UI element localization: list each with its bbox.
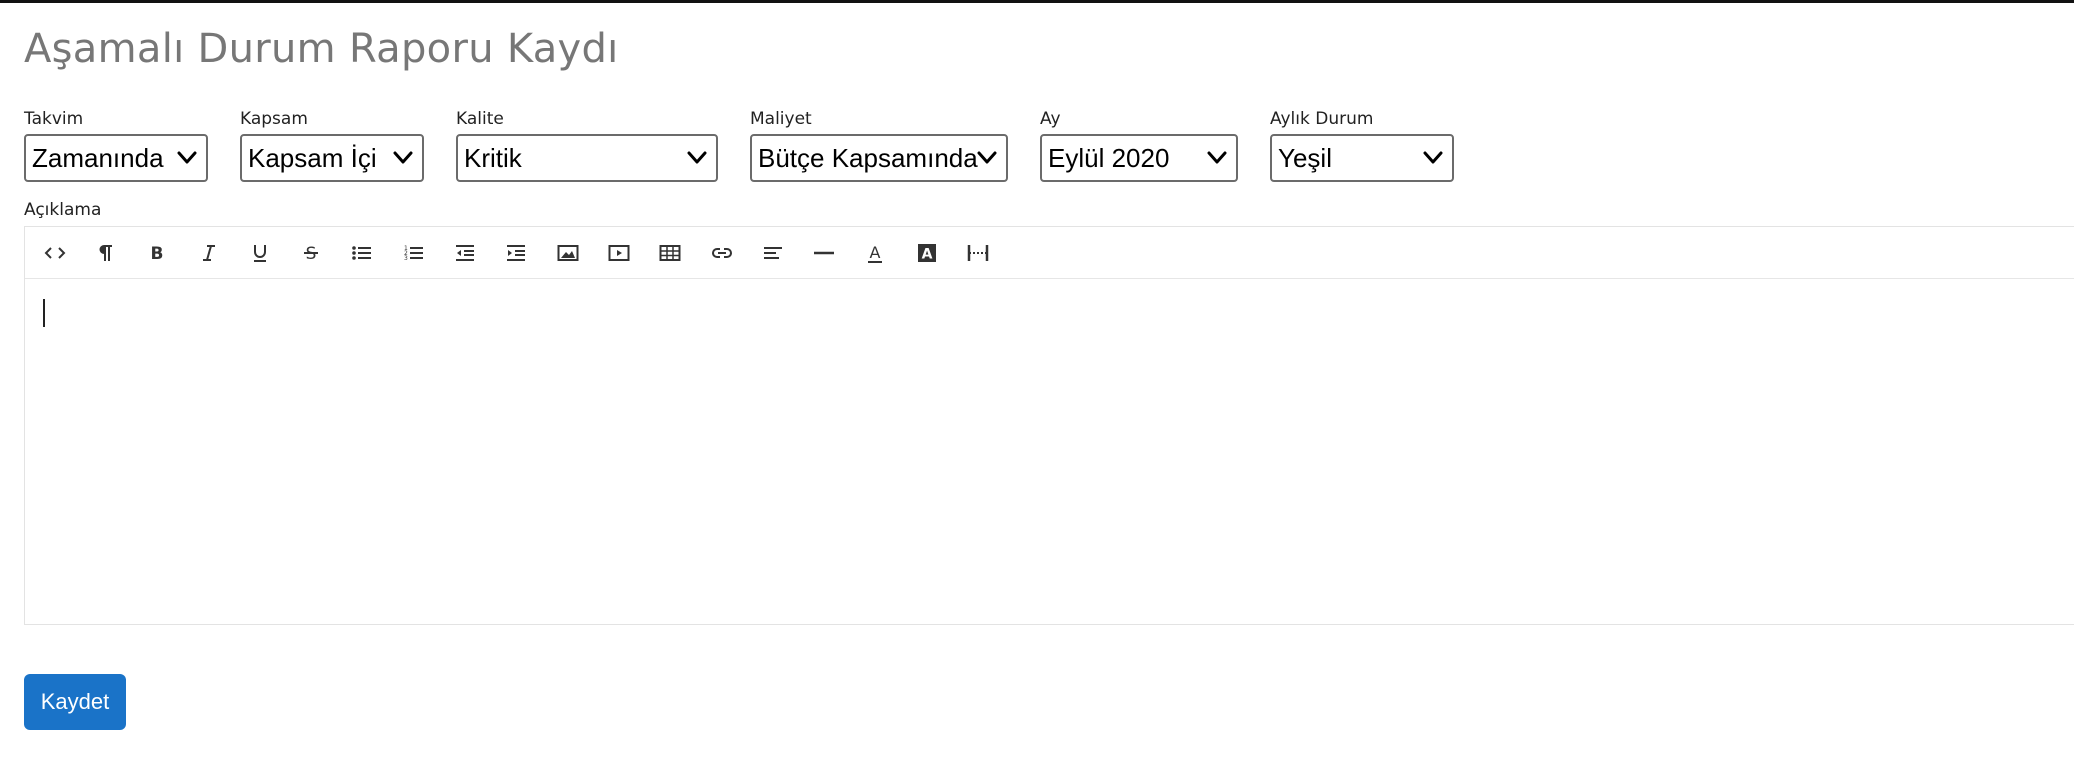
- aylik-durum-label: Aylık Durum: [1270, 109, 1374, 129]
- svg-text:A: A: [870, 243, 881, 262]
- link-icon[interactable]: [696, 233, 747, 273]
- kalite-label: Kalite: [456, 109, 504, 129]
- maliyet-label: Maliyet: [750, 109, 812, 129]
- chevron-down-icon: [977, 151, 997, 164]
- page-title: Aşamalı Durum Raporu Kaydı: [24, 26, 619, 72]
- ay-value: Eylül 2020: [1048, 143, 1170, 173]
- table-icon[interactable]: [645, 233, 696, 273]
- svg-text:3: 3: [404, 255, 408, 262]
- maliyet-select[interactable]: Bütçe Kapsamında: [750, 134, 1008, 182]
- ay-label: Ay: [1040, 109, 1061, 129]
- chevron-down-icon: [177, 151, 197, 164]
- strikethrough-icon[interactable]: S: [285, 233, 336, 273]
- editor-toolbar: B S 123: [25, 227, 2074, 279]
- top-border: [0, 0, 2074, 3]
- kalite-field: Kalite Kritik: [456, 108, 718, 182]
- kapsam-field: Kapsam Kapsam İçi: [240, 108, 424, 182]
- chevron-down-icon: [687, 151, 707, 164]
- bullet-list-icon[interactable]: [337, 233, 388, 273]
- chevron-down-icon: [1423, 151, 1443, 164]
- kapsam-label: Kapsam: [240, 109, 308, 129]
- italic-icon[interactable]: [183, 233, 234, 273]
- kalite-value: Kritik: [464, 143, 522, 173]
- paragraph-icon[interactable]: [80, 233, 131, 273]
- maliyet-field: Maliyet Bütçe Kapsamında: [750, 108, 1008, 182]
- chevron-down-icon: [393, 151, 413, 164]
- video-icon[interactable]: [593, 233, 644, 273]
- svg-text:A: A: [921, 246, 932, 262]
- rich-text-editor: B S 123: [24, 226, 2074, 625]
- kapsam-select[interactable]: Kapsam İçi: [240, 134, 424, 182]
- font-color-icon[interactable]: A: [850, 233, 901, 273]
- numbered-list-icon[interactable]: 123: [388, 233, 439, 273]
- save-button[interactable]: Kaydet: [24, 674, 126, 730]
- background-color-icon[interactable]: A: [901, 233, 952, 273]
- bold-icon[interactable]: B: [132, 233, 183, 273]
- takvim-label: Takvim: [24, 109, 84, 129]
- aylik-durum-value: Yeşil: [1278, 143, 1332, 173]
- page-break-icon[interactable]: [952, 233, 1003, 273]
- takvim-value: Zamanında: [32, 143, 164, 173]
- kalite-select[interactable]: Kritik: [456, 134, 718, 182]
- outdent-icon[interactable]: [439, 233, 490, 273]
- chevron-down-icon: [1207, 151, 1227, 164]
- aylik-durum-field: Aylık Durum Yeşil: [1270, 108, 1454, 182]
- takvim-field: Takvim Zamanında: [24, 108, 208, 182]
- takvim-select[interactable]: Zamanında: [24, 134, 208, 182]
- editor-content-area[interactable]: [25, 279, 2074, 625]
- aylik-durum-select[interactable]: Yeşil: [1270, 134, 1454, 182]
- code-view-icon[interactable]: [29, 233, 80, 273]
- text-cursor: [43, 299, 45, 327]
- horizontal-rule-icon[interactable]: [798, 233, 849, 273]
- ay-select[interactable]: Eylül 2020: [1040, 134, 1238, 182]
- align-left-icon[interactable]: [747, 233, 798, 273]
- ay-field: Ay Eylül 2020: [1040, 108, 1238, 182]
- description-label: Açıklama: [24, 200, 102, 220]
- image-icon[interactable]: [542, 233, 593, 273]
- maliyet-value: Bütçe Kapsamında: [758, 143, 978, 173]
- svg-text:B: B: [151, 244, 164, 264]
- kapsam-value: Kapsam İçi: [248, 143, 377, 173]
- indent-icon[interactable]: [491, 233, 542, 273]
- underline-icon[interactable]: [234, 233, 285, 273]
